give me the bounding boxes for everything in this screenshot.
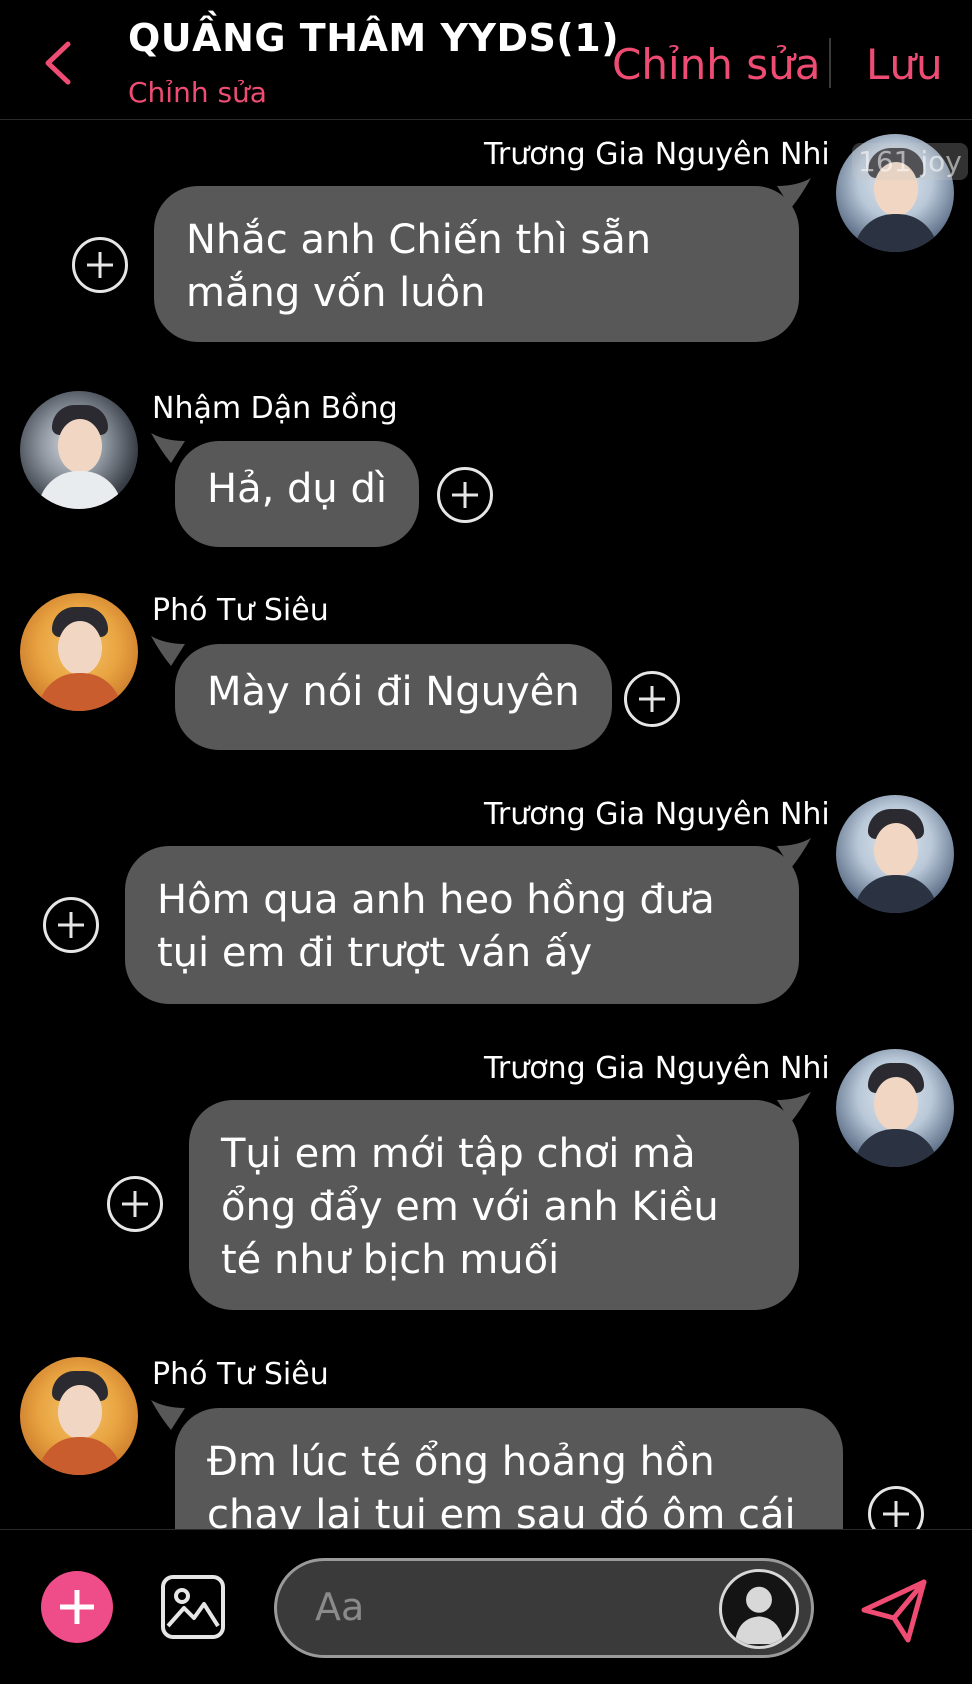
sender-name: Nhậm Dận Bồng [152, 391, 398, 426]
watermark: 161 joy [852, 143, 968, 180]
message-input-placeholder: Aa [315, 1585, 365, 1629]
send-icon[interactable] [858, 1574, 930, 1646]
react-plus-icon[interactable] [43, 897, 99, 953]
sender-name: Trương Gia Nguyên Nhi [484, 137, 830, 172]
composer-bar: Aa [0, 1529, 972, 1684]
message-list[interactable]: Trương Gia Nguyên Nhi 161 joy Nhắc anh C… [0, 121, 972, 1529]
message-bubble[interactable]: Đm lúc té ổng hoảng hồn chạy lại tụi em … [151, 1400, 843, 1529]
sender-name: Trương Gia Nguyên Nhi [484, 1051, 830, 1086]
image-icon[interactable] [160, 1574, 226, 1640]
message-bubble[interactable]: Nhắc anh Chiến thì sẵn mắng vốn luôn [154, 178, 811, 342]
message-bubble[interactable]: Tụi em mới tập chơi mà ổng đẩy em với an… [189, 1092, 811, 1310]
bubble-tail [151, 1400, 185, 1430]
avatar[interactable] [20, 1357, 138, 1475]
message-bubble[interactable]: Mày nói đi Nguyên [151, 636, 612, 750]
header-divider [829, 38, 831, 88]
react-plus-icon[interactable] [107, 1176, 163, 1232]
message-text: Nhắc anh Chiến thì sẵn mắng vốn luôn [186, 217, 652, 316]
back-chevron-icon[interactable] [38, 38, 78, 88]
bubble-tail [777, 838, 811, 868]
react-plus-icon[interactable] [868, 1486, 924, 1529]
bubble-tail [777, 178, 811, 208]
sender-name: Phó Tư Siêu [152, 1357, 329, 1392]
avatar-picker[interactable] [719, 1569, 799, 1649]
message-text: Hả, dụ dì [207, 466, 387, 512]
bubble-tail [151, 636, 185, 666]
react-plus-icon[interactable] [624, 671, 680, 727]
message-text: Đm lúc té ổng hoảng hồn chạy lại tụi em … [207, 1439, 796, 1529]
save-button[interactable]: Lưu [866, 40, 943, 89]
message-bubble[interactable]: Hôm qua anh heo hồng đưa tụi em đi trượt… [125, 838, 811, 1004]
message-bubble[interactable]: Hả, dụ dì [151, 433, 419, 547]
message-text: Hôm qua anh heo hồng đưa tụi em đi trượt… [157, 877, 715, 976]
chat-subtitle[interactable]: Chỉnh sửa [128, 76, 267, 109]
chat-title: QUẦNG THÂM YYDS(1) [128, 16, 620, 60]
react-plus-icon[interactable] [437, 467, 493, 523]
message-text: Tụi em mới tập chơi mà ổng đẩy em với an… [221, 1131, 719, 1283]
avatar[interactable] [20, 593, 138, 711]
chat-header: QUẦNG THÂM YYDS(1) Chỉnh sửa Chỉnh sửa L… [0, 0, 972, 120]
edit-button[interactable]: Chỉnh sửa [612, 40, 820, 89]
bubble-tail [151, 433, 185, 463]
avatar[interactable] [20, 391, 138, 509]
sender-name: Phó Tư Siêu [152, 593, 329, 628]
avatar[interactable] [836, 1049, 954, 1167]
person-silhouette-icon [734, 1586, 784, 1645]
plus-icon[interactable] [41, 1571, 113, 1643]
sender-name: Trương Gia Nguyên Nhi [484, 797, 830, 832]
avatar[interactable] [836, 795, 954, 913]
message-text: Mày nói đi Nguyên [207, 669, 580, 715]
bubble-tail [777, 1092, 811, 1122]
react-plus-icon[interactable] [72, 237, 128, 293]
message-input[interactable]: Aa [274, 1558, 814, 1658]
